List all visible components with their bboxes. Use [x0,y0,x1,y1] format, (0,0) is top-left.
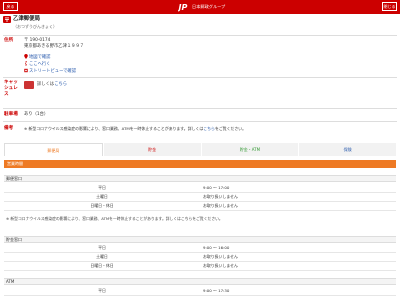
street-view-link-label[interactable]: ストリートビューで確認 [29,69,76,74]
hours-heading: 営業時間 [4,160,396,168]
office-kana: （おつずうびんきょく） [13,24,57,29]
hours-table-postal: 平日 9:00 ～ 17:00 土曜日 お取り扱いしません 日曜日・休日 お取り… [4,184,396,211]
day-cell: 日曜日・休日 [90,203,114,208]
table-row: 日曜日・休日 お取り扱いしません [4,202,396,211]
brand[interactable]: JP 日本郵政グループ [178,2,225,12]
street-view-link[interactable]: ストリートビューで確認 [24,68,76,75]
time-cell: 9:00 ～ 17:30 [203,288,230,293]
hours-table-savings: 平日 9:00 ～ 16:00 土曜日 お取り扱いしません 日曜日・休日 お取り… [4,244,396,271]
divider [3,108,397,109]
tab-insurance[interactable]: 保険 [298,143,396,156]
cashless-detail: 詳しくはこちら [37,82,67,88]
svg-text:JP: JP [178,3,187,12]
day-cell: 平日 [98,288,106,293]
cashless-text: 詳しくは [37,82,55,87]
jp-post-logo-icon: JP [178,3,187,12]
address-label: 住所 [4,38,14,43]
tab-savings-atm[interactable]: 貯金・ATM [200,143,299,156]
day-cell: 平日 [98,245,106,250]
map-link[interactable]: 地図で確認 [24,54,50,61]
remarks-prefix: ※ 新型コロナウイルス感染症の影響により、窓口業務、ATMを一時休止することがあ… [24,126,204,131]
service-tabs: 郵便局 貯金 貯金・ATM 保険 [4,143,396,156]
hours-table-atm: 平日 9:00 ～ 17:30 [4,287,396,296]
cashless-label: キャッシュレス [4,80,18,97]
time-cell: お取り扱いしません [203,263,238,268]
time-cell: お取り扱いしません [203,254,238,259]
time-cell: お取り扱いしません [203,194,238,199]
brand-name: 日本郵政グループ [192,4,226,9]
day-cell: 平日 [98,185,106,190]
section-title-savings: 貯金窓口 [4,236,396,243]
time-cell: 9:00 ～ 17:00 [203,185,230,190]
map-link-label[interactable]: 地図で確認 [29,55,50,60]
cashless-icon [24,81,34,89]
post-office-icon [3,16,11,23]
tab-savings[interactable]: 貯金 [102,143,201,156]
remarks-suffix: をご覧ください。 [214,126,247,131]
parking-value: あり（1台） [24,112,49,117]
day-cell: 土曜日 [96,194,108,199]
time-cell: 9:00 ～ 16:00 [203,245,230,250]
street-view-icon [24,68,28,73]
divider [3,77,397,78]
directions-link-label[interactable]: ここへ行く [29,62,50,67]
street-address: 東京都あきる野市乙津１９９７ [24,44,85,49]
table-row: 平日 9:00 ～ 17:30 [4,287,396,296]
section-title-atm: ATM [4,278,396,285]
top-bar: 戻る JP 日本郵政グループ 閉じる [0,0,400,14]
time-cell: お取り扱いしません [203,203,238,208]
parking-label: 駐車場 [4,112,18,117]
remarks-link[interactable]: こちら [203,126,215,131]
table-row: 土曜日 お取り扱いしません [4,253,396,262]
remarks-text: ※ 新型コロナウイルス感染症の影響により、窓口業務、ATMを一時休止することがあ… [24,126,246,132]
office-name: 乙津郵便局 [13,16,40,22]
close-button[interactable]: 閉じる [382,2,397,11]
tab-post-office[interactable]: 郵便局 [4,143,103,156]
section-title-postal: 郵便窓口 [4,175,396,182]
directions-link[interactable]: ここへ行く [24,61,50,68]
table-row: 日曜日・休日 お取り扱いしません [4,262,396,271]
divider [3,121,397,122]
table-row: 土曜日 お取り扱いしません [4,193,396,202]
map-pin-icon [24,54,28,59]
day-cell: 土曜日 [96,254,108,259]
remarks-label: 備考 [4,126,14,131]
table-row: 平日 9:00 ～ 16:00 [4,244,396,253]
divider [3,35,397,36]
back-button[interactable]: 戻る [3,2,18,11]
day-cell: 日曜日・休日 [90,263,114,268]
cashless-link[interactable]: こちら [54,82,67,87]
table-row: 平日 9:00 ～ 17:00 [4,184,396,193]
section-note-postal: ※ 新型コロナウイルス感染症の影響により、窓口業務、ATMを一時休止することがあ… [6,216,223,221]
walking-icon [25,61,27,66]
